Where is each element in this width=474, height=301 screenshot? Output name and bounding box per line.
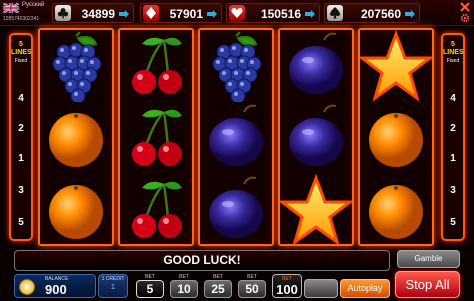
diamond-suit-icon [143, 5, 159, 21]
gear-icon[interactable] [460, 13, 470, 23]
line-number: 3 [450, 185, 456, 196]
cherry-icon [120, 174, 192, 244]
top-bar: Русский 1285740302341 34899 57901 150516… [0, 0, 474, 26]
lines-panel-right: 5 LINES Fixed 4 2 1 3 5 [441, 33, 465, 241]
lines-label: LINES [443, 49, 464, 56]
close-icon[interactable] [460, 2, 470, 12]
spade-suit-icon [327, 5, 343, 21]
line-number: 5 [18, 217, 24, 228]
jackpot-club-value: 34899 [81, 7, 115, 21]
message-bar: GOOD LUCK! [14, 250, 390, 271]
star-icon [280, 173, 352, 244]
lines-count: 5 [451, 41, 455, 48]
lines-header: 5 LINES Fixed [11, 41, 32, 65]
jackpot-diamond: 57901 [140, 3, 222, 23]
line-number: 4 [18, 93, 24, 104]
cherry-icon [120, 102, 192, 174]
arrow-icon [119, 10, 129, 18]
line-number: 5 [450, 217, 456, 228]
balance-value: 900 [45, 282, 67, 297]
lines-panel-left: 5 LINES Fixed 4 2 1 3 5 [9, 33, 33, 241]
plum-icon [280, 30, 352, 102]
reel-2 [118, 28, 194, 246]
bet-sub: 100 [283, 294, 291, 299]
star-icon [360, 30, 432, 102]
jackpot-diamond-value: 57901 [169, 7, 203, 21]
club-suit-icon [55, 5, 71, 21]
arrow-icon [305, 10, 315, 18]
language-label[interactable]: Русский [22, 2, 44, 8]
orange-icon [40, 174, 112, 244]
credit-label: 1 CREDIT [101, 276, 125, 282]
bet-option-button[interactable]: 25 [204, 280, 232, 298]
user-id: 1285740302341 [3, 16, 40, 22]
reel-1 [38, 28, 114, 246]
bet-option-button[interactable]: 50 [238, 280, 266, 298]
balance-display: BALANCE 900 [14, 274, 96, 298]
orange-icon [40, 102, 112, 174]
lines-mode: Fixed [14, 58, 28, 64]
arrow-icon [207, 10, 217, 18]
reel-4 [278, 28, 354, 246]
line-number: 2 [450, 123, 456, 134]
grapes-icon [200, 30, 272, 104]
grapes-icon [40, 30, 112, 104]
jackpot-heart-value: 150516 [260, 7, 301, 21]
reel-3 [198, 28, 274, 246]
lines-count: 5 [19, 41, 23, 48]
jackpot-spade-value: 207560 [360, 7, 401, 21]
jackpot-heart: 150516 [226, 3, 320, 23]
orange-icon [360, 102, 432, 174]
lines-label: LINES [11, 49, 32, 56]
uk-flag-icon[interactable] [3, 3, 19, 13]
lines-header: 5 LINES Fixed [443, 41, 464, 65]
bet-option-button[interactable]: 5 [136, 280, 164, 298]
plum-icon [280, 102, 352, 174]
jackpot-club: 34899 [52, 3, 134, 23]
line-number: 1 [450, 153, 456, 164]
lines-mode: Fixed [446, 58, 460, 64]
gamble-button[interactable]: Gamble [397, 250, 460, 268]
arrow-icon [405, 10, 415, 18]
credit-value: 1 [111, 284, 115, 291]
jackpot-spade: 207560 [324, 3, 420, 23]
cherry-icon [120, 30, 192, 102]
autoplay-button[interactable]: Autoplay [340, 279, 390, 298]
stop-all-button[interactable]: Stop All [395, 271, 460, 298]
total-bet-display: BET 100 100 [272, 274, 302, 299]
start-button[interactable] [304, 279, 338, 298]
plum-icon [200, 174, 272, 244]
line-number: 2 [18, 123, 24, 134]
bet-option-button[interactable]: 10 [170, 280, 198, 298]
plum-icon [200, 102, 272, 174]
reel-5 [358, 28, 434, 246]
credit-selector[interactable]: 1 CREDIT 1 [98, 274, 128, 298]
orange-icon [360, 174, 432, 244]
line-number: 4 [450, 93, 456, 104]
heart-suit-icon [229, 5, 245, 21]
coin-icon [19, 279, 35, 295]
line-number: 1 [18, 153, 24, 164]
line-number: 3 [18, 185, 24, 196]
